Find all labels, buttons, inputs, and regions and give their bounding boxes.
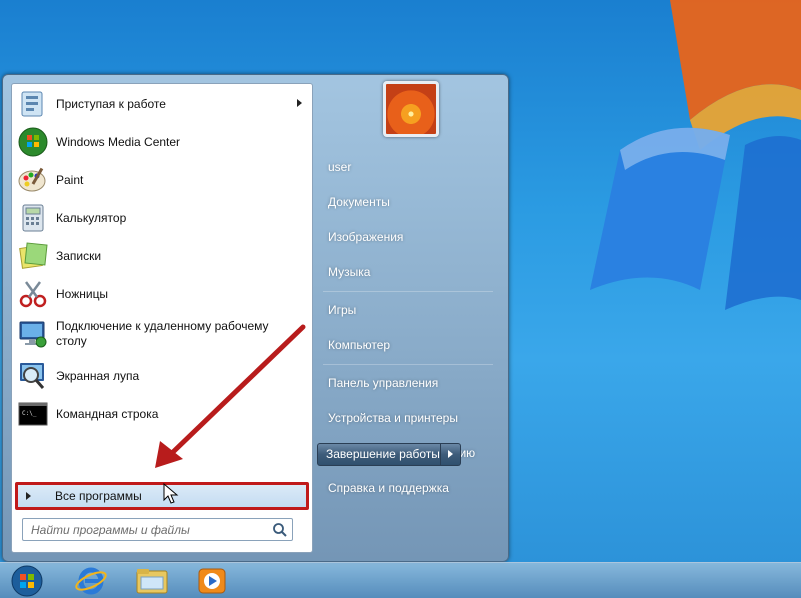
program-label: Ножницы <box>56 286 109 301</box>
program-item-paint[interactable]: Paint <box>14 162 310 198</box>
program-label: Калькулятор <box>56 210 127 225</box>
remote-desktop-icon <box>16 317 50 351</box>
arrow-right-icon <box>448 450 453 458</box>
program-label: Приступая к работе <box>56 96 166 111</box>
program-item-calculator[interactable]: Калькулятор <box>14 200 310 236</box>
all-programs-button[interactable]: Все программы <box>15 482 309 510</box>
program-label: Экранная лупа <box>56 368 140 383</box>
sticky-notes-icon <box>16 239 50 273</box>
programs-pane: Приступая к работе Windows Media Center … <box>11 83 313 553</box>
program-label: Paint <box>56 172 84 187</box>
program-item-media-center[interactable]: Windows Media Center <box>14 124 310 160</box>
mouse-cursor-icon <box>163 483 179 504</box>
start-menu: Приступая к работе Windows Media Center … <box>2 74 509 562</box>
place-item-control-panel[interactable]: Панель управления <box>323 371 503 395</box>
program-item-getting-started[interactable]: Приступая к работе <box>14 86 310 122</box>
search-icon[interactable] <box>271 521 289 539</box>
place-item-computer[interactable]: Компьютер <box>323 333 503 357</box>
paint-icon <box>16 163 50 197</box>
shutdown-group: Завершение работы <box>317 443 461 466</box>
taskbar <box>0 562 801 598</box>
media-player-icon[interactable] <box>194 565 230 597</box>
internet-explorer-icon[interactable] <box>73 565 109 597</box>
program-item-command-prompt[interactable]: C:\_ Командная строка <box>14 396 310 432</box>
shutdown-options-button[interactable] <box>441 443 461 466</box>
separator <box>323 364 493 365</box>
places-pane: user Документы Изображения Музыка Игры К… <box>317 75 509 561</box>
calculator-icon <box>16 201 50 235</box>
program-label: Записки <box>56 248 102 263</box>
shutdown-button[interactable]: Завершение работы <box>317 443 441 466</box>
place-item-music[interactable]: Музыка <box>323 260 503 284</box>
place-item-games[interactable]: Игры <box>323 298 503 322</box>
windows-media-center-icon <box>16 125 50 159</box>
program-item-remote-desktop[interactable]: Подключение к удаленному рабочему столу <box>14 314 310 354</box>
magnifier-icon <box>16 359 50 393</box>
submenu-arrow-icon <box>297 99 302 107</box>
user-picture-avatar[interactable] <box>383 81 439 137</box>
place-item-user[interactable]: user <box>323 155 503 179</box>
getting-started-icon <box>16 87 50 121</box>
program-item-magnifier[interactable]: Экранная лупа <box>14 358 310 394</box>
expand-arrow-icon <box>26 492 31 500</box>
place-item-pictures[interactable]: Изображения <box>323 225 503 249</box>
all-programs-label: Все программы <box>55 489 142 503</box>
place-item-devices-printers[interactable]: Устройства и принтеры <box>323 406 503 430</box>
start-orb-icon[interactable] <box>8 565 46 597</box>
windows-explorer-icon[interactable] <box>133 565 171 597</box>
program-label: Подключение к удаленному рабочему столу <box>56 319 269 348</box>
command-prompt-icon: C:\_ <box>16 397 50 431</box>
windows-logo-wallpaper <box>590 0 801 310</box>
program-item-snipping-tool[interactable]: Ножницы <box>14 276 310 312</box>
program-label: Командная строка <box>56 406 159 421</box>
snipping-tool-icon <box>16 277 50 311</box>
separator <box>323 291 493 292</box>
program-label: Windows Media Center <box>56 134 181 149</box>
program-item-sticky-notes[interactable]: Записки <box>14 238 310 274</box>
search-placeholder: Найти программы и файлы <box>31 522 190 537</box>
search-input[interactable]: Найти программы и файлы <box>22 518 293 541</box>
place-item-help-support[interactable]: Справка и поддержка <box>323 476 503 500</box>
place-item-documents[interactable]: Документы <box>323 190 503 214</box>
svg-text:C:\_: C:\_ <box>22 410 37 417</box>
